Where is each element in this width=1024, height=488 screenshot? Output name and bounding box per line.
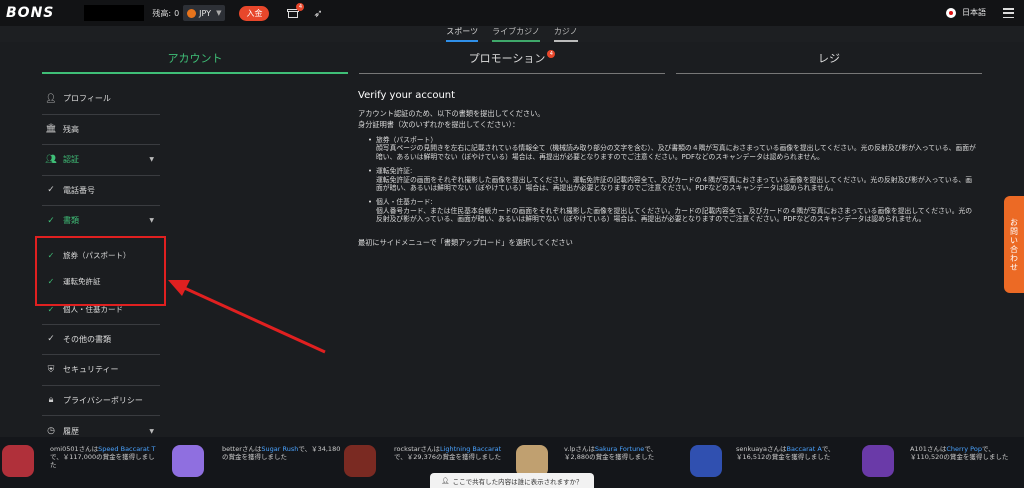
user-icon: 👤︎ [441, 476, 450, 485]
list-item[interactable]: betterさんはSugar Rushで、￥34,180の賞金を獲得しました [172, 445, 344, 477]
username-redacted [84, 5, 145, 21]
chevron-down-icon: ▼ [216, 9, 222, 17]
sidebar-item-balance[interactable]: 🏛︎ 残高 [42, 115, 160, 145]
highlight-box [35, 236, 166, 306]
sidebar-item-phone[interactable]: ✓ 電話番号 [42, 176, 160, 206]
list-item: • 個人・住基カード: 個人番号カード、または住民基本台帳カードの画面をそれぞれ撮… [368, 198, 973, 224]
chevron-down-icon: ▼ [149, 217, 154, 225]
shield-icon: ⛨ [47, 364, 55, 375]
sidebar-item-other-documents[interactable]: ✓ その他の書類 [42, 325, 160, 355]
subnav-casino[interactable]: カジノ [553, 26, 578, 42]
japan-flag-icon [946, 7, 956, 18]
sidebar-item-security[interactable]: ⛨ セキュリティー [42, 355, 160, 386]
game-thumbnail [2, 445, 34, 477]
lock-icon: 🔒︎ [48, 395, 54, 406]
brand-logo[interactable]: BONS [6, 5, 54, 21]
subnav-live-casino[interactable]: ライブカジノ [492, 26, 540, 42]
user-icon: 👤︎ [45, 93, 57, 104]
balance-value: 0 [174, 8, 180, 18]
annotation-arrow [168, 280, 326, 354]
check-icon: ✓ [47, 215, 55, 226]
list-item[interactable]: senkuayaさんはBaccarat Aで、￥16,512の賞金を獲得しました [690, 445, 856, 477]
sidebar-item-verification[interactable]: 👥︎ 認証 ▼ [42, 145, 160, 176]
clock-icon: ◷ [47, 426, 55, 437]
currency-label: JPY [199, 8, 212, 18]
list-item: • 旅券（パスポート） 顔写真ページの見開きを左右に記載されている情報全て（機械読… [368, 136, 976, 161]
users-icon: 👥︎ [45, 154, 57, 165]
verification-content: Verify your account アカウント認証のため、以下の書類を提出し… [358, 90, 978, 248]
rocket-icon[interactable]: ➶ [313, 7, 322, 20]
chevron-down-icon: ▼ [149, 427, 154, 435]
game-thumbnail [344, 445, 376, 477]
sidebar-item-profile[interactable]: 👤︎ プロフィール [42, 84, 160, 115]
tab-cashier[interactable]: レジ [676, 46, 982, 74]
verify-title: Verify your account [358, 90, 456, 101]
balance-label: 残高: [152, 8, 172, 18]
list-item: • 運転免許証: 運転免許証の画面をそれぞれ撮影した画像を提出してください。運転免… [368, 167, 973, 193]
language-label: 日本語 [962, 8, 986, 17]
verify-intro: アカウント認証のため、以下の書類を提出してください。 [358, 109, 545, 118]
sub-nav: スポーツ ライブカジノ カジノ [0, 26, 1024, 42]
sidebar-item-documents[interactable]: ✓ 書類 ▼ [42, 206, 160, 237]
check-icon: ✓ [47, 185, 55, 196]
contact-us-tab[interactable]: お問い合わせ [1004, 196, 1024, 293]
subnav-sports[interactable]: スポーツ [446, 26, 479, 42]
share-privacy-popup[interactable]: 👤︎ ここで共有した内容は誰に表示されますか？ [430, 473, 594, 488]
check-icon: ✓ [47, 334, 55, 345]
chevron-down-icon: ▼ [149, 156, 154, 164]
menu-icon[interactable] [1003, 8, 1014, 18]
deposit-button[interactable]: 入金 [239, 5, 270, 21]
promotion-badge: 4 [547, 50, 556, 58]
game-thumbnail [862, 445, 894, 477]
document-list: • 旅券（パスポート） 顔写真ページの見開きを左右に記載されている情報全て（機械読… [368, 136, 978, 224]
upload-instruction: 最初にサイドメニューで「書類アップロード」を選択してください [358, 237, 573, 247]
tab-account[interactable]: アカウント [42, 46, 348, 74]
coin-icon [187, 8, 197, 18]
list-item[interactable]: omi0501さんはSpeed Baccarat Tで、￥117,000の賞金を… [2, 445, 160, 477]
gift-badge: 4 [296, 3, 305, 11]
tab-promotion[interactable]: プロモーション 4 [359, 46, 665, 74]
id-heading: 身分証明書（次のいずれかを提出してください）： [358, 120, 520, 129]
currency-selector[interactable]: JPY ▼ [183, 5, 226, 21]
top-header: BONS 残高: 0 JPY ▼ 入金 4 ➶ 日本語 [0, 0, 1024, 26]
language-selector[interactable]: 日本語 [946, 7, 986, 18]
gift-icon[interactable]: 4 [287, 3, 305, 19]
bank-icon: 🏛︎ [45, 124, 57, 135]
account-tabs: アカウント プロモーション 4 レジ [42, 46, 982, 74]
game-thumbnail [172, 445, 204, 477]
list-item[interactable]: A101さんはCherry Popで、￥110,520の賞金を獲得しました [862, 445, 1024, 477]
sidebar-item-privacy[interactable]: 🔒︎ プライバシーポリシー [42, 386, 160, 416]
game-thumbnail [690, 445, 722, 477]
